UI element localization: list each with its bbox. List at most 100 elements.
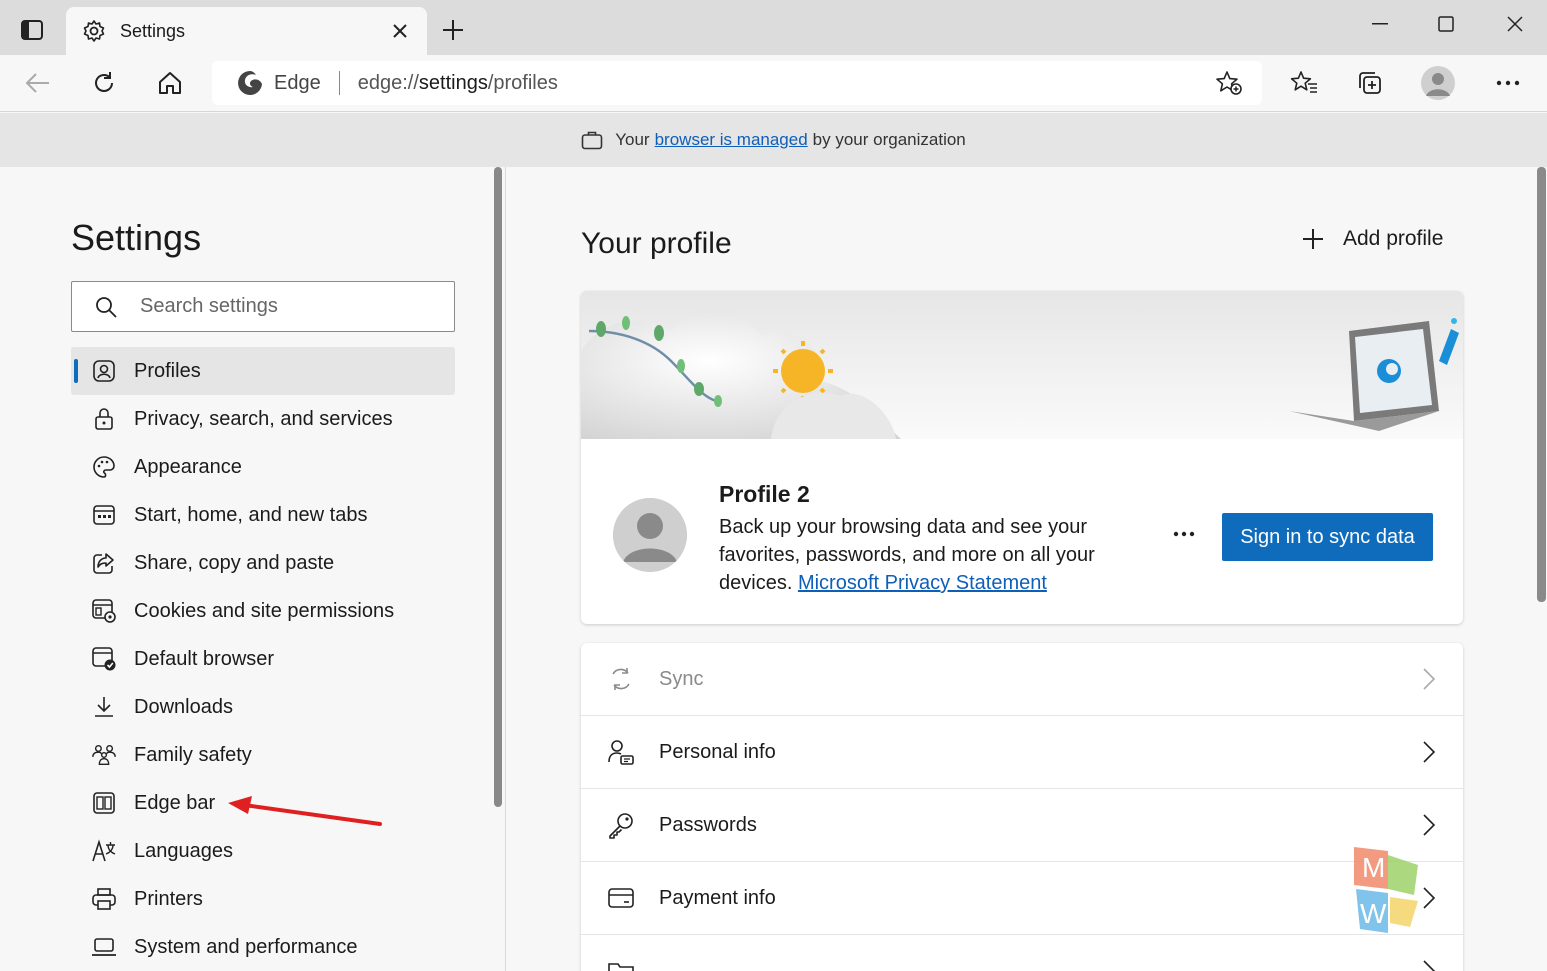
sidebar-item-share[interactable]: Share, copy and paste — [71, 539, 455, 587]
passwords-row[interactable]: Passwords — [581, 789, 1463, 862]
default-browser-icon — [91, 646, 117, 672]
star-add-icon — [1216, 71, 1242, 95]
favorites-icon — [1290, 71, 1317, 93]
url-path: settings — [418, 71, 488, 94]
menu-button[interactable] — [1488, 65, 1528, 101]
privacy-statement-link[interactable]: Microsoft Privacy Statement — [798, 572, 1047, 594]
profile-name: Profile 2 — [719, 481, 810, 507]
refresh-button[interactable] — [84, 65, 124, 101]
sidebar-item-default-browser[interactable]: Default browser — [71, 635, 455, 683]
tab-title: Settings — [120, 20, 186, 41]
sidebar-item-label: Share, copy and paste — [134, 551, 335, 574]
add-profile-label: Add profile — [1343, 227, 1444, 250]
new-tab-button[interactable] — [437, 14, 469, 46]
lock-icon — [91, 406, 117, 432]
personal-info-row[interactable]: Personal info — [581, 716, 1463, 789]
minimize-icon — [1372, 23, 1388, 25]
sidebar-item-start-home[interactable]: Start, home, and new tabs — [71, 491, 455, 539]
collections-button[interactable] — [1350, 65, 1390, 101]
sign-in-sync-button[interactable]: Sign in to sync data — [1222, 513, 1433, 561]
sync-icon — [607, 665, 635, 693]
sidebar-item-label: Cookies and site permissions — [134, 599, 395, 622]
briefcase-icon — [581, 131, 603, 150]
maximize-button[interactable] — [1426, 8, 1466, 40]
profile-more-button[interactable] — [1169, 519, 1199, 549]
address-separator — [338, 71, 340, 95]
sidebar-item-system[interactable]: System and performance — [71, 923, 455, 971]
toolbar: Edge edge://settings/profiles — [0, 55, 1547, 112]
edge-bar-icon — [91, 790, 117, 816]
payment-info-row[interactable]: Payment info — [581, 862, 1463, 935]
person-card-icon — [607, 738, 635, 766]
printer-icon — [91, 886, 117, 912]
sidebar-item-printers[interactable]: Printers — [71, 875, 455, 923]
maximize-icon — [1438, 16, 1454, 32]
url-scheme: edge:// — [357, 71, 419, 94]
sidebar-scrollbar[interactable] — [494, 167, 502, 807]
profile-avatar — [613, 498, 687, 572]
page-title: Your profile — [581, 227, 732, 260]
chevron-right-icon — [1423, 668, 1436, 690]
tab-settings[interactable]: Settings — [66, 7, 427, 55]
back-button[interactable] — [18, 65, 58, 101]
personal-info-label: Personal info — [659, 740, 776, 763]
close-window-button[interactable] — [1495, 8, 1535, 40]
sidebar-item-downloads[interactable]: Downloads — [71, 683, 455, 731]
sync-row[interactable]: Sync — [581, 643, 1463, 716]
browser-managed-link[interactable]: browser is managed — [655, 130, 808, 150]
cookies-icon — [91, 598, 117, 624]
settings-nav: Profiles Privacy, search, and services A… — [71, 347, 455, 971]
sidebar-item-label: Family safety — [134, 743, 252, 766]
main-scrollbar[interactable] — [1537, 167, 1546, 602]
search-box[interactable] — [71, 281, 455, 332]
profile-banner-illustration — [581, 291, 1463, 439]
add-profile-button[interactable]: Add profile — [1301, 227, 1443, 251]
add-favorite-button[interactable] — [1214, 69, 1244, 97]
tab-close-icon[interactable] — [389, 20, 411, 42]
sidebar-item-cookies[interactable]: Cookies and site permissions — [71, 587, 455, 635]
favorites-button[interactable] — [1284, 65, 1324, 101]
collections-icon — [1359, 72, 1381, 94]
sidebar-item-family-safety[interactable]: Family safety — [71, 731, 455, 779]
home-icon — [159, 72, 181, 94]
home-button[interactable] — [150, 65, 190, 101]
languages-icon — [91, 838, 117, 864]
passwords-label: Passwords — [659, 813, 757, 836]
tab-actions-button[interactable] — [12, 14, 52, 46]
share-icon — [91, 550, 117, 576]
profile-card: Profile 2 Back up your browsing data and… — [581, 291, 1463, 624]
sidebar-item-label: Privacy, search, and services — [134, 407, 393, 430]
svg-text:M: M — [1362, 852, 1385, 883]
edge-logo-icon — [238, 71, 262, 95]
close-icon — [1507, 16, 1523, 32]
sidebar-item-label: Appearance — [134, 455, 242, 478]
address-url: edge://settings/profiles — [358, 72, 558, 95]
refresh-icon — [95, 72, 113, 92]
annotation-arrow — [228, 796, 382, 826]
next-row-partial[interactable] — [581, 935, 1463, 971]
chevron-right-icon — [1423, 814, 1436, 836]
svg-text:W: W — [1360, 898, 1387, 929]
plus-icon — [1303, 229, 1323, 249]
sidebar-item-label: System and performance — [134, 935, 358, 958]
more-icon — [1496, 80, 1520, 86]
key-icon — [607, 811, 635, 839]
search-input[interactable] — [140, 295, 420, 318]
profile-settings-list: Sync Personal info Passwords Payment inf… — [581, 643, 1463, 971]
avatar-icon — [1421, 66, 1455, 100]
sidebar-item-profiles[interactable]: Profiles — [71, 347, 455, 395]
minimize-button[interactable] — [1360, 8, 1400, 40]
tab-strip: Settings — [0, 0, 1547, 55]
family-icon — [91, 742, 117, 768]
credit-card-icon — [607, 884, 635, 912]
sidebar-item-appearance[interactable]: Appearance — [71, 443, 455, 491]
sidebar-item-privacy[interactable]: Privacy, search, and services — [71, 395, 455, 443]
sync-label: Sync — [659, 667, 704, 690]
sidebar-item-label: Edge bar — [134, 791, 216, 814]
profile-description: Back up your browsing data and see your … — [719, 513, 1139, 597]
address-bar[interactable]: Edge edge://settings/profiles — [212, 61, 1262, 105]
payment-info-label: Payment info — [659, 886, 776, 909]
profile-button[interactable] — [1418, 65, 1458, 101]
banner-suffix: by your organization — [812, 130, 966, 149]
palette-icon — [91, 454, 117, 480]
